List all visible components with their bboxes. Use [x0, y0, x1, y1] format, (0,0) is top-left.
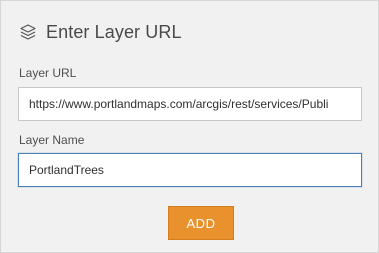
layer-url-label: Layer URL — [19, 66, 77, 80]
add-button[interactable]: ADD — [168, 206, 234, 240]
panel-title: Enter Layer URL — [46, 21, 182, 42]
panel-header: Enter Layer URL — [19, 18, 182, 46]
layer-name-field[interactable] — [18, 153, 362, 187]
enter-layer-url-panel: Enter Layer URL Layer URL Layer Name ADD — [0, 0, 379, 253]
layers-icon — [19, 23, 37, 41]
layer-url-field[interactable] — [18, 87, 362, 121]
layer-name-label: Layer Name — [19, 133, 85, 147]
layer-url-input[interactable] — [29, 88, 351, 120]
layer-name-input[interactable] — [29, 154, 351, 186]
